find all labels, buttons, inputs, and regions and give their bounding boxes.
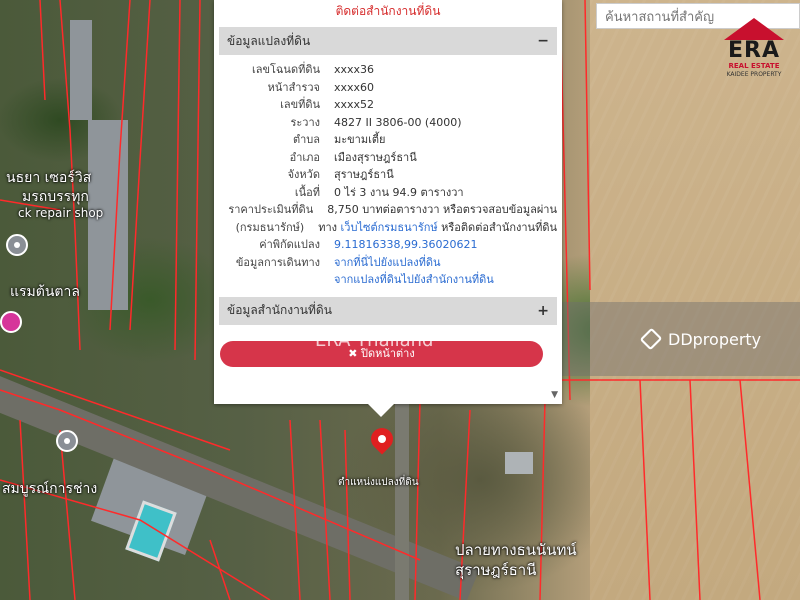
info-value: 8,750 บาทต่อตารางวา หรือตรวจสอบข้อมูลผ่า…	[327, 203, 557, 216]
info-row: เนื้อที่ 0 ไร่ 3 งาน 94.9 ตารางวา	[219, 184, 557, 202]
info-label	[219, 271, 334, 289]
map-label-resort: แรมต้นตาล	[10, 284, 80, 300]
info-row: (กรมธนารักษ์) ทาง เว็บไซต์กรมธนารักษ์ หรื…	[219, 219, 557, 237]
info-label: หน้าสำรวจ	[267, 80, 320, 94]
info-value: 0 ไร่ 3 งาน 94.9 ตารางวา	[334, 185, 464, 199]
watermark-era: ERA Thailand	[315, 330, 434, 351]
panel-pointer	[368, 404, 394, 417]
section-title: ข้อมูลสำนักงานที่ดิน	[227, 303, 332, 317]
watermark-ddproperty: DDproperty	[639, 327, 762, 351]
place-pin-icon[interactable]	[0, 311, 22, 333]
info-row: อำเภอ เมืองสุราษฎร์ธานี	[219, 149, 557, 167]
map-label-road: สุราษฎร์ธานี	[455, 561, 537, 579]
info-label: ราคาประเมินที่ดิน	[228, 203, 314, 216]
expand-icon[interactable]: +	[537, 303, 549, 319]
info-row: ข้อมูลการเดินทาง จากที่นี่ไปยังแปลงที่ดิน	[219, 254, 557, 272]
info-value: 4827 II 3806-00 (4000)	[334, 115, 462, 129]
marker-caption: ตำแหน่งแปลงที่ดิน	[338, 477, 419, 488]
map-label-shop: มรถบรรทุก	[22, 189, 89, 205]
house-roof-icon	[724, 18, 784, 40]
info-row: ระวาง 4827 II 3806-00 (4000)	[219, 114, 557, 132]
ddproperty-logo-icon	[639, 327, 663, 351]
info-label: อำเภอ	[289, 150, 320, 164]
section-header-office[interactable]: ข้อมูลสำนักงานที่ดิน +	[219, 296, 557, 325]
logo-line2: KAIDEE PROPERTY	[726, 71, 782, 78]
info-row: ค่าพิกัดแปลง 9.11816338,99.36020621	[219, 236, 557, 254]
place-pin-icon[interactable]	[56, 430, 78, 452]
contact-land-office-link[interactable]: ติดต่อสำนักงานที่ดิน	[214, 0, 562, 27]
info-label: ค่าพิกัดแปลง	[259, 238, 320, 251]
info-row: จากแปลงที่ดินไปยังสำนักงานที่ดิน	[219, 271, 557, 289]
info-row: หน้าสำรวจ xxxx60	[219, 79, 557, 97]
directions-to-office-link[interactable]: จากแปลงที่ดินไปยังสำนักงานที่ดิน	[334, 271, 557, 289]
info-row: เลขที่ดิน xxxx52	[219, 96, 557, 114]
map-label-garage: สมบูรณ์การช่าง	[2, 481, 98, 497]
treasury-website-link[interactable]: เว็บไซต์กรมธนารักษ์	[341, 221, 438, 234]
directions-to-parcel-link[interactable]: จากที่นี่ไปยังแปลงที่ดิน	[334, 254, 557, 272]
place-pin-icon[interactable]	[6, 234, 28, 256]
info-value: สุราษฎร์ธานี	[334, 168, 394, 181]
info-value-prefix: ทาง	[318, 220, 341, 234]
info-value: xxxx36	[334, 63, 375, 76]
section-title: ข้อมูลแปลงที่ดิน	[227, 33, 311, 48]
info-value: ทาง เว็บไซต์กรมธนารักษ์ หรือติดต่อสำนักง…	[318, 219, 557, 237]
collapse-icon[interactable]: −	[537, 33, 549, 49]
info-label: เลขโฉนดที่ดิน	[252, 63, 320, 76]
info-label: (กรมธนารักษ์)	[235, 220, 305, 234]
info-label: จังหวัด	[287, 168, 320, 181]
info-value: xxxx60	[334, 80, 375, 94]
info-label: ระวาง	[290, 115, 320, 129]
info-value: xxxx52	[334, 98, 375, 111]
map-label-shop: ck repair shop	[18, 206, 104, 220]
logo-line1: REAL ESTATE	[728, 62, 780, 70]
info-row: ราคาประเมินที่ดิน 8,750 บาทต่อตารางวา หรื…	[219, 201, 557, 219]
info-value-suffix: หรือติดต่อสำนักงานที่ดิน	[437, 220, 557, 234]
era-logo: ERA REAL ESTATE KAIDEE PROPERTY	[722, 18, 786, 96]
watermark-dd-text: DDproperty	[668, 329, 762, 349]
info-row: จังหวัด สุราษฎร์ธานี	[219, 166, 557, 184]
section-header-parcel[interactable]: ข้อมูลแปลงที่ดิน −	[219, 27, 557, 55]
info-value: เมืองสุราษฎร์ธานี	[334, 150, 417, 164]
info-row: เลขโฉนดที่ดิน xxxx36	[219, 61, 557, 79]
info-label: เนื้อที่	[294, 185, 320, 199]
info-row: ตำบล มะขามเตี้ย	[219, 131, 557, 149]
coordinates-link[interactable]: 9.11816338,99.36020621	[334, 236, 557, 254]
info-label: ตำบล	[292, 133, 320, 146]
logo-letters: ERA	[728, 38, 780, 63]
info-label: ข้อมูลการเดินทาง	[235, 255, 320, 269]
info-value: มะขามเตี้ย	[334, 133, 386, 146]
scroll-down-icon[interactable]: ▼	[551, 390, 558, 400]
parcel-info-list: เลขโฉนดที่ดิน xxxx36 หน้าสำรวจ xxxx60 เลขท…	[219, 55, 557, 295]
info-label: เลขที่ดิน	[280, 98, 320, 111]
